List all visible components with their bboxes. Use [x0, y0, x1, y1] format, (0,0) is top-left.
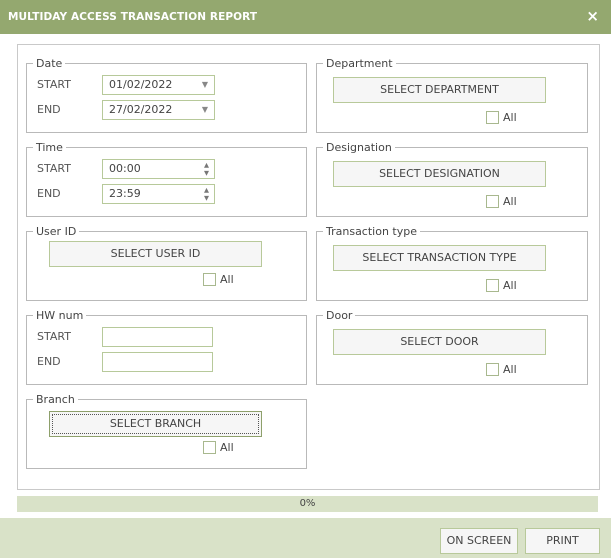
spinner-arrows-icon[interactable]: ▲ ▼ — [204, 186, 209, 202]
date-end-picker[interactable]: 27/02/2022 ▼ — [102, 100, 215, 120]
date-group: Date START 01/02/2022 ▼ END 27/02/2022 ▼ — [26, 57, 307, 133]
date-start-value: 01/02/2022 — [109, 78, 173, 91]
user-id-all-checkbox[interactable] — [203, 273, 216, 286]
select-branch-button[interactable]: SELECT BRANCH — [49, 411, 262, 437]
date-start-picker[interactable]: 01/02/2022 ▼ — [102, 75, 215, 95]
print-button[interactable]: PRINT — [525, 528, 600, 554]
time-start-label: START — [37, 162, 71, 175]
hw-num-group: HW num START END — [26, 309, 307, 385]
department-group: Department SELECT DEPARTMENT All — [316, 57, 588, 133]
chevron-down-icon[interactable]: ▼ — [202, 76, 208, 94]
date-legend: Date — [36, 57, 63, 70]
transaction-type-all-label: All — [503, 279, 517, 292]
time-end-spinner[interactable]: 23:59 ▲ ▼ — [102, 184, 215, 204]
user-id-all-label: All — [220, 273, 234, 286]
door-group: Door SELECT DOOR All — [316, 309, 588, 385]
hw-num-end-field[interactable] — [102, 352, 213, 372]
close-icon[interactable]: × — [586, 8, 599, 25]
user-id-legend: User ID — [36, 225, 77, 238]
title-bar: MULTIDAY ACCESS TRANSACTION REPORT × — [0, 0, 611, 34]
progress-text: 0% — [299, 498, 316, 509]
user-id-group: User ID SELECT USER ID All — [26, 225, 307, 301]
branch-all-label: All — [220, 441, 234, 454]
hw-num-start-label: START — [37, 330, 71, 343]
on-screen-button[interactable]: ON SCREEN — [440, 528, 518, 554]
door-legend: Door — [326, 309, 353, 322]
select-designation-button[interactable]: SELECT DESIGNATION — [333, 161, 546, 187]
report-window: MULTIDAY ACCESS TRANSACTION REPORT × Dat… — [0, 0, 611, 558]
progress-bar: 0% — [17, 496, 598, 512]
filter-panel: Date START 01/02/2022 ▼ END 27/02/2022 ▼… — [17, 44, 600, 490]
date-end-label: END — [37, 103, 61, 116]
window-title: MULTIDAY ACCESS TRANSACTION REPORT — [8, 11, 258, 23]
hw-num-start-field[interactable] — [102, 327, 213, 347]
select-transaction-type-button[interactable]: SELECT TRANSACTION TYPE — [333, 245, 546, 271]
time-legend: Time — [36, 141, 63, 154]
door-all-checkbox[interactable] — [486, 363, 499, 376]
select-department-button[interactable]: SELECT DEPARTMENT — [333, 77, 546, 103]
transaction-type-group: Transaction type SELECT TRANSACTION TYPE… — [316, 225, 588, 301]
transaction-type-all-checkbox[interactable] — [486, 279, 499, 292]
designation-legend: Designation — [326, 141, 392, 154]
department-all-checkbox[interactable] — [486, 111, 499, 124]
select-user-id-button[interactable]: SELECT USER ID — [49, 241, 262, 267]
department-legend: Department — [326, 57, 393, 70]
time-start-spinner[interactable]: 00:00 ▲ ▼ — [102, 159, 215, 179]
time-start-value: 00:00 — [109, 162, 141, 175]
date-start-label: START — [37, 78, 71, 91]
select-door-button[interactable]: SELECT DOOR — [333, 329, 546, 355]
branch-all-checkbox[interactable] — [203, 441, 216, 454]
time-end-value: 23:59 — [109, 187, 141, 200]
transaction-type-legend: Transaction type — [326, 225, 417, 238]
chevron-down-icon[interactable]: ▼ — [202, 101, 208, 119]
branch-legend: Branch — [36, 393, 75, 406]
designation-group: Designation SELECT DESIGNATION All — [316, 141, 588, 217]
branch-group: Branch SELECT BRANCH All — [26, 393, 307, 469]
hw-num-end-label: END — [37, 355, 61, 368]
spinner-arrows-icon[interactable]: ▲ ▼ — [204, 161, 209, 177]
door-all-label: All — [503, 363, 517, 376]
designation-all-checkbox[interactable] — [486, 195, 499, 208]
hw-num-legend: HW num — [36, 309, 84, 322]
footer-bar: ON SCREEN PRINT — [0, 518, 611, 558]
time-end-label: END — [37, 187, 61, 200]
time-group: Time START 00:00 ▲ ▼ END 23:59 ▲ ▼ — [26, 141, 307, 217]
department-all-label: All — [503, 111, 517, 124]
designation-all-label: All — [503, 195, 517, 208]
date-end-value: 27/02/2022 — [109, 103, 173, 116]
